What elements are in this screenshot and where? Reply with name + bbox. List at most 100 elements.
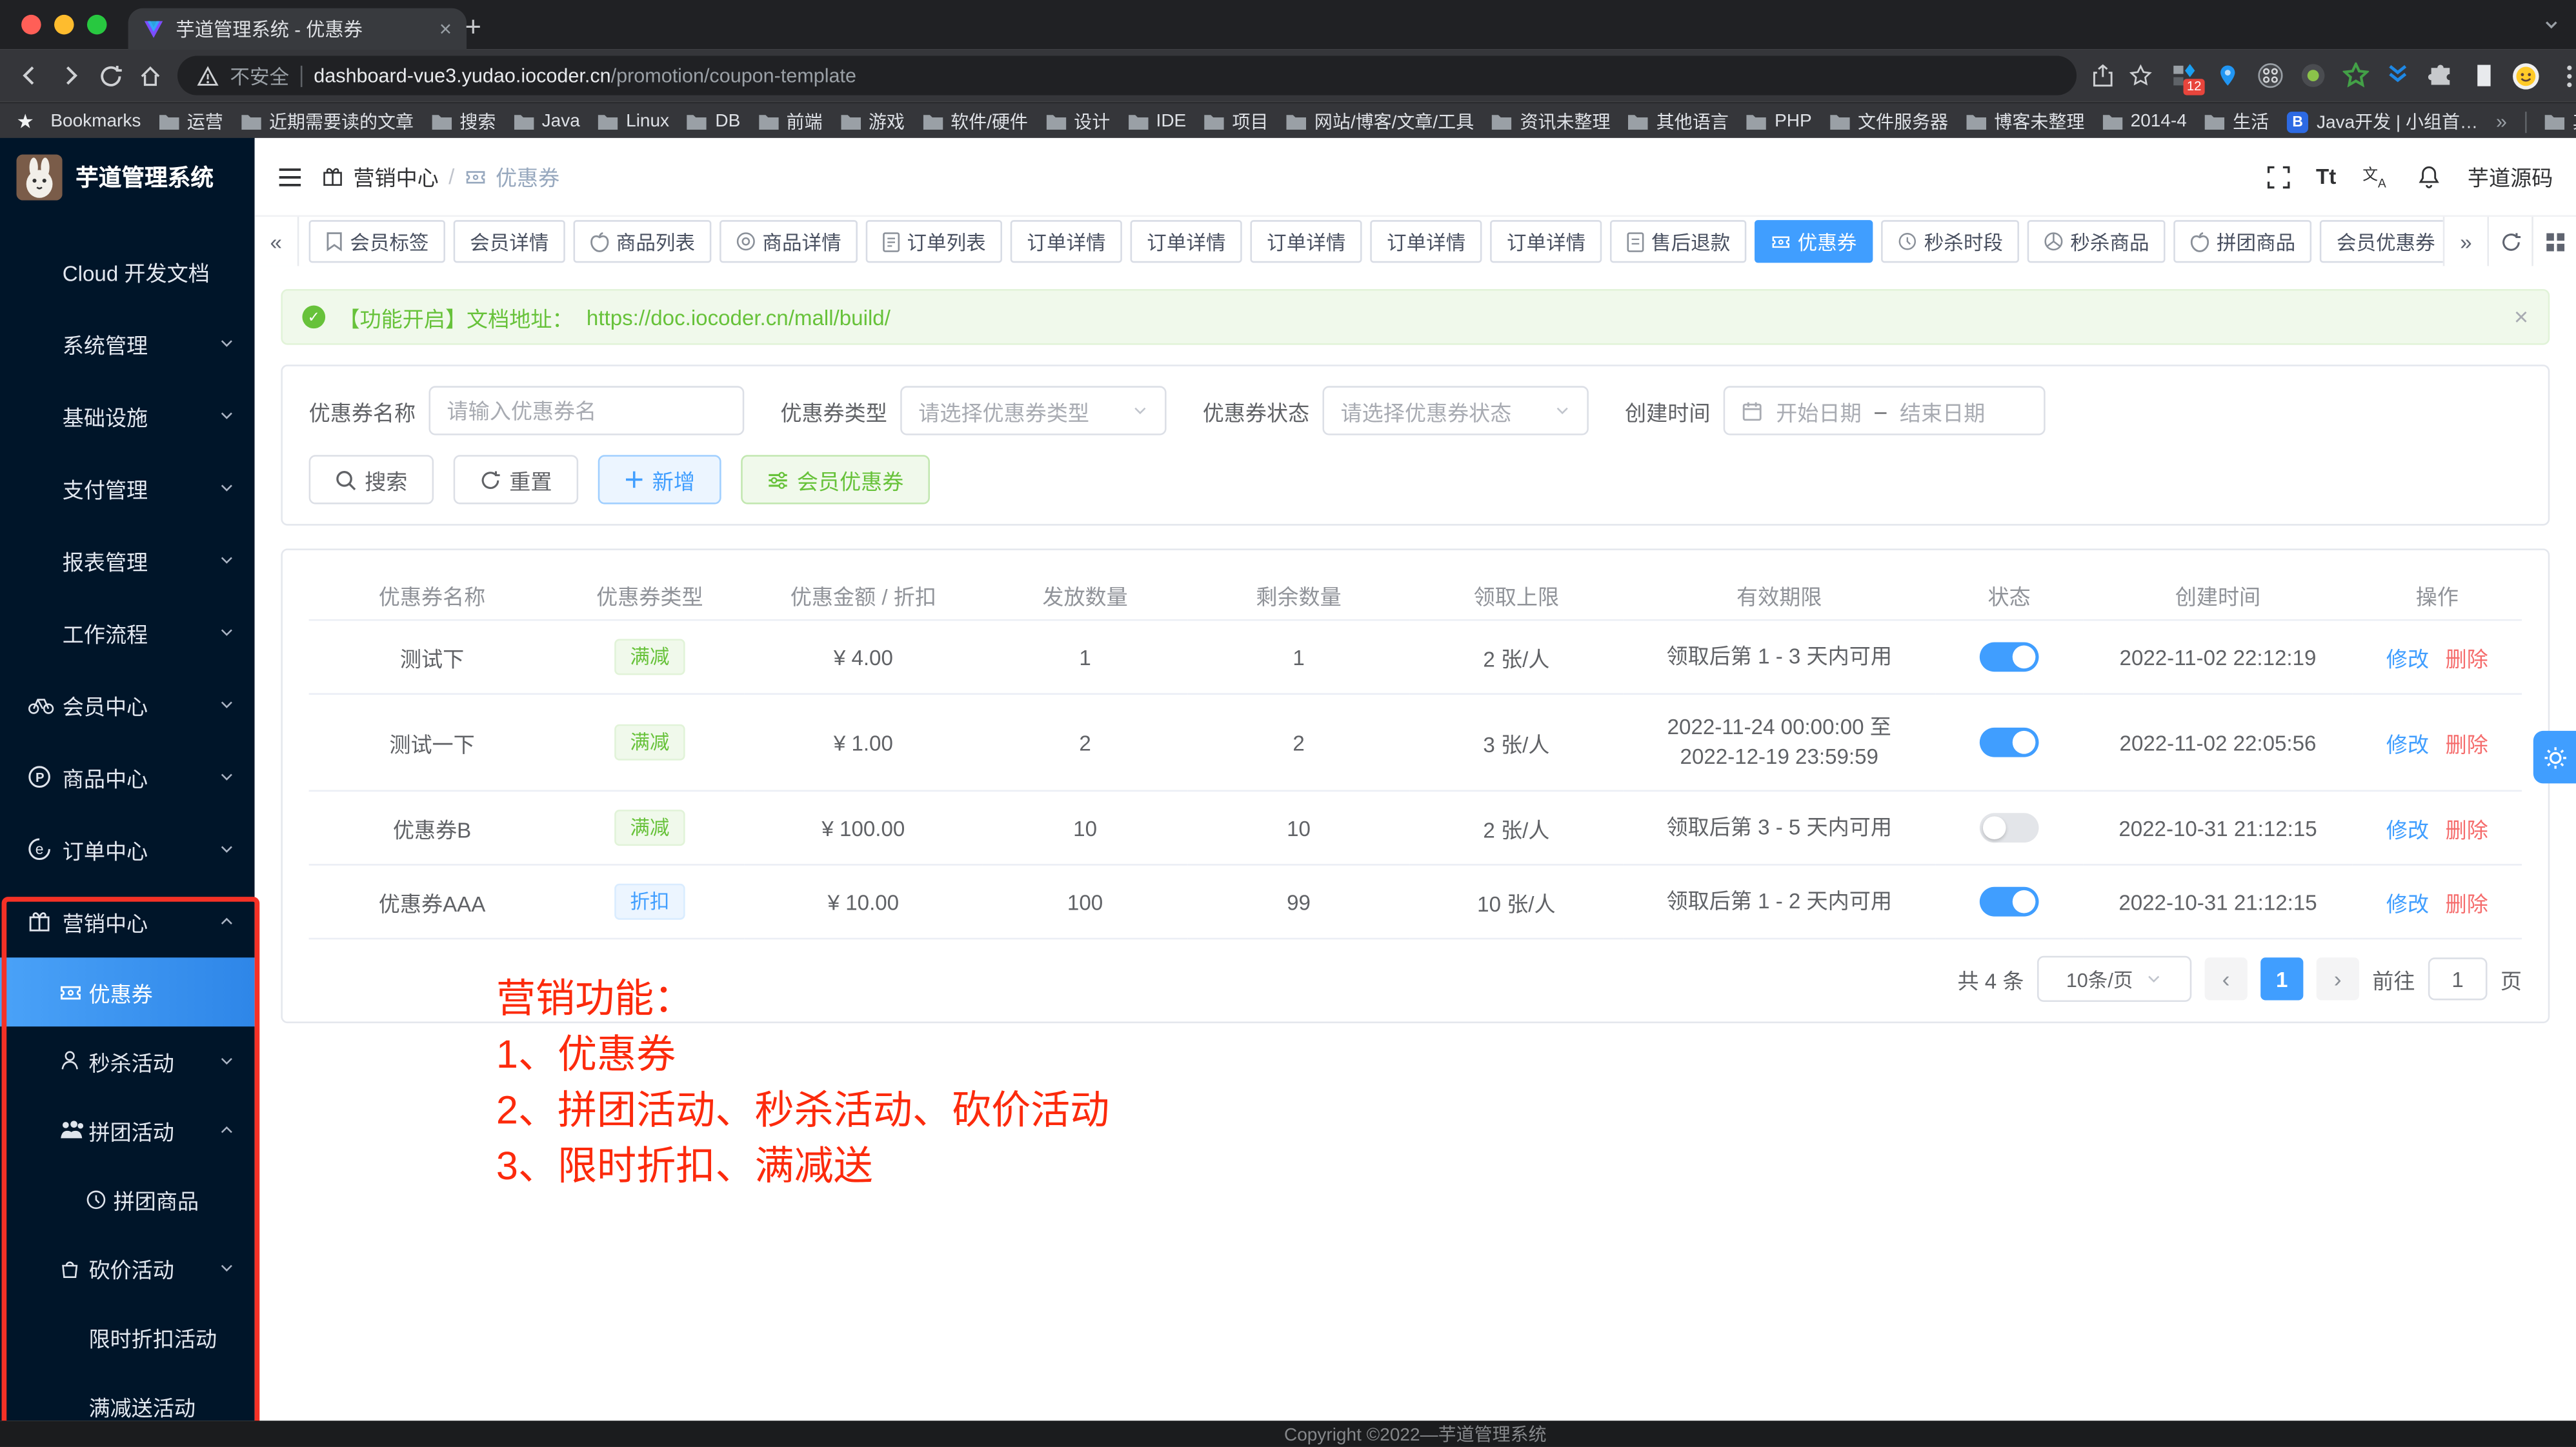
scroll-tabs-right-button[interactable]	[2443, 217, 2488, 266]
maximize-window-button[interactable]	[87, 15, 107, 35]
bookmark-folder[interactable]: 项目	[1204, 108, 1268, 135]
bookmark-folder[interactable]: 软件/硬件	[923, 108, 1028, 135]
bookmark-folder[interactable]: 其他语言	[1629, 108, 1729, 135]
extension-icon[interactable]	[2299, 61, 2326, 89]
tabs-layout-icon[interactable]	[2531, 217, 2576, 266]
delete-link[interactable]: 删除	[2446, 891, 2488, 915]
status-toggle-on[interactable]	[1980, 728, 2039, 757]
bookmarks-root[interactable]: Bookmarks	[16, 110, 141, 134]
tab-seckill-time[interactable]: 秒杀时段	[1882, 220, 2020, 263]
language-icon[interactable]: 文A	[2362, 165, 2390, 189]
bookmark-folder[interactable]: IDE	[1128, 112, 1186, 132]
fullscreen-icon[interactable]	[2267, 165, 2290, 188]
bookmark-folder[interactable]: 前端	[758, 108, 822, 135]
add-button[interactable]: 新增	[598, 455, 721, 504]
sidebar-item-workflow[interactable]: 工作流程	[0, 596, 255, 668]
bookmark-folder[interactable]: 搜索	[432, 108, 496, 135]
extension-icon[interactable]	[2213, 61, 2240, 89]
bookmark-folder[interactable]: 博客未整理	[1966, 108, 2084, 135]
bookmarks-overflow-chevron[interactable]: »	[2496, 110, 2507, 134]
reload-button[interactable]	[99, 63, 123, 88]
forward-button[interactable]	[57, 63, 84, 89]
tab-order-detail[interactable]: 订单详情	[1251, 220, 1362, 263]
sidebar-item-coupon[interactable]: 优惠券	[0, 957, 255, 1026]
bookmark-folder[interactable]: 生活	[2205, 108, 2269, 135]
coupon-status-select[interactable]: 请选择优惠券状态	[1323, 386, 1589, 435]
new-tab-button[interactable]	[454, 8, 493, 48]
close-tab-icon[interactable]	[439, 16, 452, 41]
doc-link[interactable]: https://doc.iocoder.cn/mall/build/	[587, 304, 891, 329]
minimize-window-button[interactable]	[54, 15, 74, 35]
status-toggle-on[interactable]	[1980, 642, 2039, 672]
tab-product-list[interactable]: 商品列表	[574, 220, 712, 263]
sidebar-item-marketing-center[interactable]: 营销中心	[0, 885, 255, 957]
browser-tab[interactable]: 芋道管理系统 - 优惠券	[128, 8, 467, 50]
tab-order-list[interactable]: 订单列表	[866, 220, 1002, 263]
delete-link[interactable]: 删除	[2446, 817, 2488, 842]
create-time-range-picker[interactable]: 开始日期 – 结束日期	[1724, 386, 2046, 435]
status-toggle-on[interactable]	[1980, 887, 2039, 917]
tab-coupon-active[interactable]: 优惠券	[1755, 220, 1873, 263]
edit-link[interactable]: 修改	[2386, 732, 2429, 756]
next-page-button[interactable]	[2317, 957, 2359, 1000]
extension-icon[interactable]	[2470, 61, 2497, 89]
tab-order-detail[interactable]: 订单详情	[1131, 220, 1242, 263]
sidebar-item-time-discount[interactable]: 限时折扣活动	[0, 1302, 255, 1372]
status-toggle-off[interactable]	[1980, 813, 2039, 843]
tab-order-detail[interactable]: 订单详情	[1371, 220, 1482, 263]
sidebar-item-cloud-docs[interactable]: Cloud 开发文档	[0, 235, 255, 307]
other-bookmarks[interactable]: 其他书签	[2545, 108, 2576, 135]
goto-page-input[interactable]	[2428, 957, 2488, 1000]
tab-member-label[interactable]: 会员标签	[309, 220, 445, 263]
app-logo[interactable]: 芋道管理系统	[0, 138, 255, 215]
bookmark-folder[interactable]: 设计	[1046, 108, 1110, 135]
coupon-name-input[interactable]	[429, 386, 745, 435]
extensions-puzzle-icon[interactable]	[2426, 61, 2454, 89]
reset-button[interactable]: 重置	[454, 455, 579, 504]
tab-order-detail[interactable]: 订单详情	[1491, 220, 1602, 263]
extension-icon[interactable]	[2384, 61, 2411, 89]
bookmark-folder[interactable]: 文件服务器	[1830, 108, 1948, 135]
tab-refund[interactable]: 售后退款	[1610, 220, 1746, 263]
prev-page-button[interactable]	[2205, 957, 2248, 1000]
tab-order-detail[interactable]: 订单详情	[1011, 220, 1122, 263]
share-icon[interactable]	[2091, 64, 2115, 87]
bookmark-folder[interactable]: PHP	[1747, 112, 1812, 132]
sidebar-item-seckill[interactable]: 秒杀活动	[0, 1026, 255, 1095]
back-button[interactable]	[16, 63, 43, 89]
sidebar-item-groupon[interactable]: 拼团活动	[0, 1095, 255, 1164]
edit-link[interactable]: 修改	[2386, 817, 2429, 842]
bookmark-star-icon[interactable]	[2129, 64, 2153, 87]
sidebar-item-bargain[interactable]: 砍价活动	[0, 1233, 255, 1302]
profile-avatar[interactable]	[2512, 61, 2540, 89]
collapse-sidebar-button[interactable]	[277, 165, 302, 188]
bookmark-folder[interactable]: DB	[687, 112, 740, 132]
sidebar-item-member-center[interactable]: 会员中心	[0, 668, 255, 741]
edit-link[interactable]: 修改	[2386, 646, 2429, 671]
coupon-type-select[interactable]: 请选择优惠券类型	[900, 386, 1166, 435]
extension-icon[interactable]	[2256, 61, 2284, 89]
browser-menu-icon[interactable]	[2555, 61, 2576, 89]
tab-product-detail[interactable]: 商品详情	[719, 220, 858, 263]
bookmark-folder[interactable]: 网站/博客/文章/工具	[1287, 108, 1474, 135]
bookmark-folder[interactable]: 游戏	[841, 108, 905, 135]
delete-link[interactable]: 删除	[2446, 732, 2488, 756]
close-notice-icon[interactable]	[2514, 303, 2528, 331]
scroll-tabs-left-button[interactable]	[255, 217, 299, 266]
extension-icon[interactable]	[2341, 61, 2369, 89]
sidebar-item-product-center[interactable]: P商品中心	[0, 741, 255, 813]
delete-link[interactable]: 删除	[2446, 646, 2488, 671]
address-bar[interactable]: 不安全 dashboard-vue3.yudao.iocoder.cn /pro…	[177, 56, 2077, 95]
tab-seckill-product[interactable]: 秒杀商品	[2028, 220, 2166, 263]
tab-search-chevron-icon[interactable]	[2543, 16, 2559, 32]
page-size-select[interactable]: 10条/页	[2037, 956, 2191, 1002]
bookmark-java[interactable]: Java开发 | 小组首…	[2287, 108, 2478, 135]
sidebar-item-full-reduction[interactable]: 满减送活动	[0, 1372, 255, 1421]
notification-bell-icon[interactable]	[2417, 165, 2441, 189]
bookmark-folder[interactable]: 运营	[159, 108, 223, 135]
settings-fab[interactable]	[2533, 731, 2576, 783]
page-number-1[interactable]: 1	[2260, 957, 2303, 1000]
sidebar-item-groupon-product[interactable]: 拼团商品	[0, 1164, 255, 1233]
extension-icon[interactable]: 12	[2170, 61, 2198, 89]
bookmark-folder[interactable]: Java	[514, 112, 579, 132]
